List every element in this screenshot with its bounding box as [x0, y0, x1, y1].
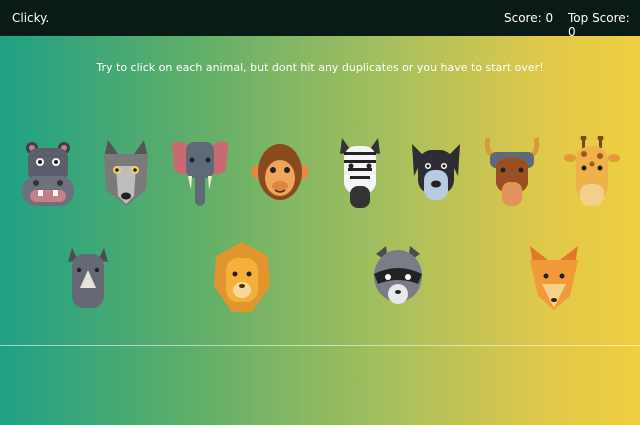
buffalo-icon — [484, 137, 540, 206]
giraffe-icon — [564, 136, 620, 206]
elephant-icon — [172, 141, 228, 206]
divider — [0, 345, 640, 346]
dog-icon — [412, 144, 460, 200]
animal-card-hippo[interactable] — [18, 136, 78, 212]
monkey-icon — [251, 144, 309, 200]
animal-card-zebra[interactable] — [330, 136, 390, 212]
animal-card-buffalo[interactable] — [482, 136, 542, 212]
animal-card-lion[interactable] — [212, 240, 272, 316]
hippo-icon — [22, 142, 74, 206]
animal-card-dog[interactable] — [406, 136, 466, 212]
animal-card-wolf[interactable] — [96, 136, 156, 212]
animal-card-giraffe[interactable] — [562, 136, 622, 212]
score-display: Score: 0 — [504, 11, 554, 25]
brand-logo[interactable]: Clicky. — [12, 11, 49, 25]
top-score-display: Top Score: 0 — [568, 11, 630, 39]
animal-card-elephant[interactable] — [170, 136, 230, 212]
instructions-text: Try to click on each animal, but dont hi… — [96, 61, 544, 74]
animal-card-raccoon[interactable] — [368, 240, 428, 316]
rhino-icon — [68, 248, 108, 308]
animal-card-fox[interactable] — [524, 240, 584, 316]
fox-icon — [530, 246, 578, 310]
navbar: Clicky. Score: 0 Top Score: 0 — [0, 0, 640, 39]
animal-card-monkey[interactable] — [250, 136, 310, 212]
animal-card-rhino[interactable] — [58, 240, 118, 316]
zebra-icon — [340, 138, 380, 208]
raccoon-icon — [374, 246, 422, 304]
wolf-icon — [104, 140, 148, 206]
lion-icon — [214, 242, 270, 312]
